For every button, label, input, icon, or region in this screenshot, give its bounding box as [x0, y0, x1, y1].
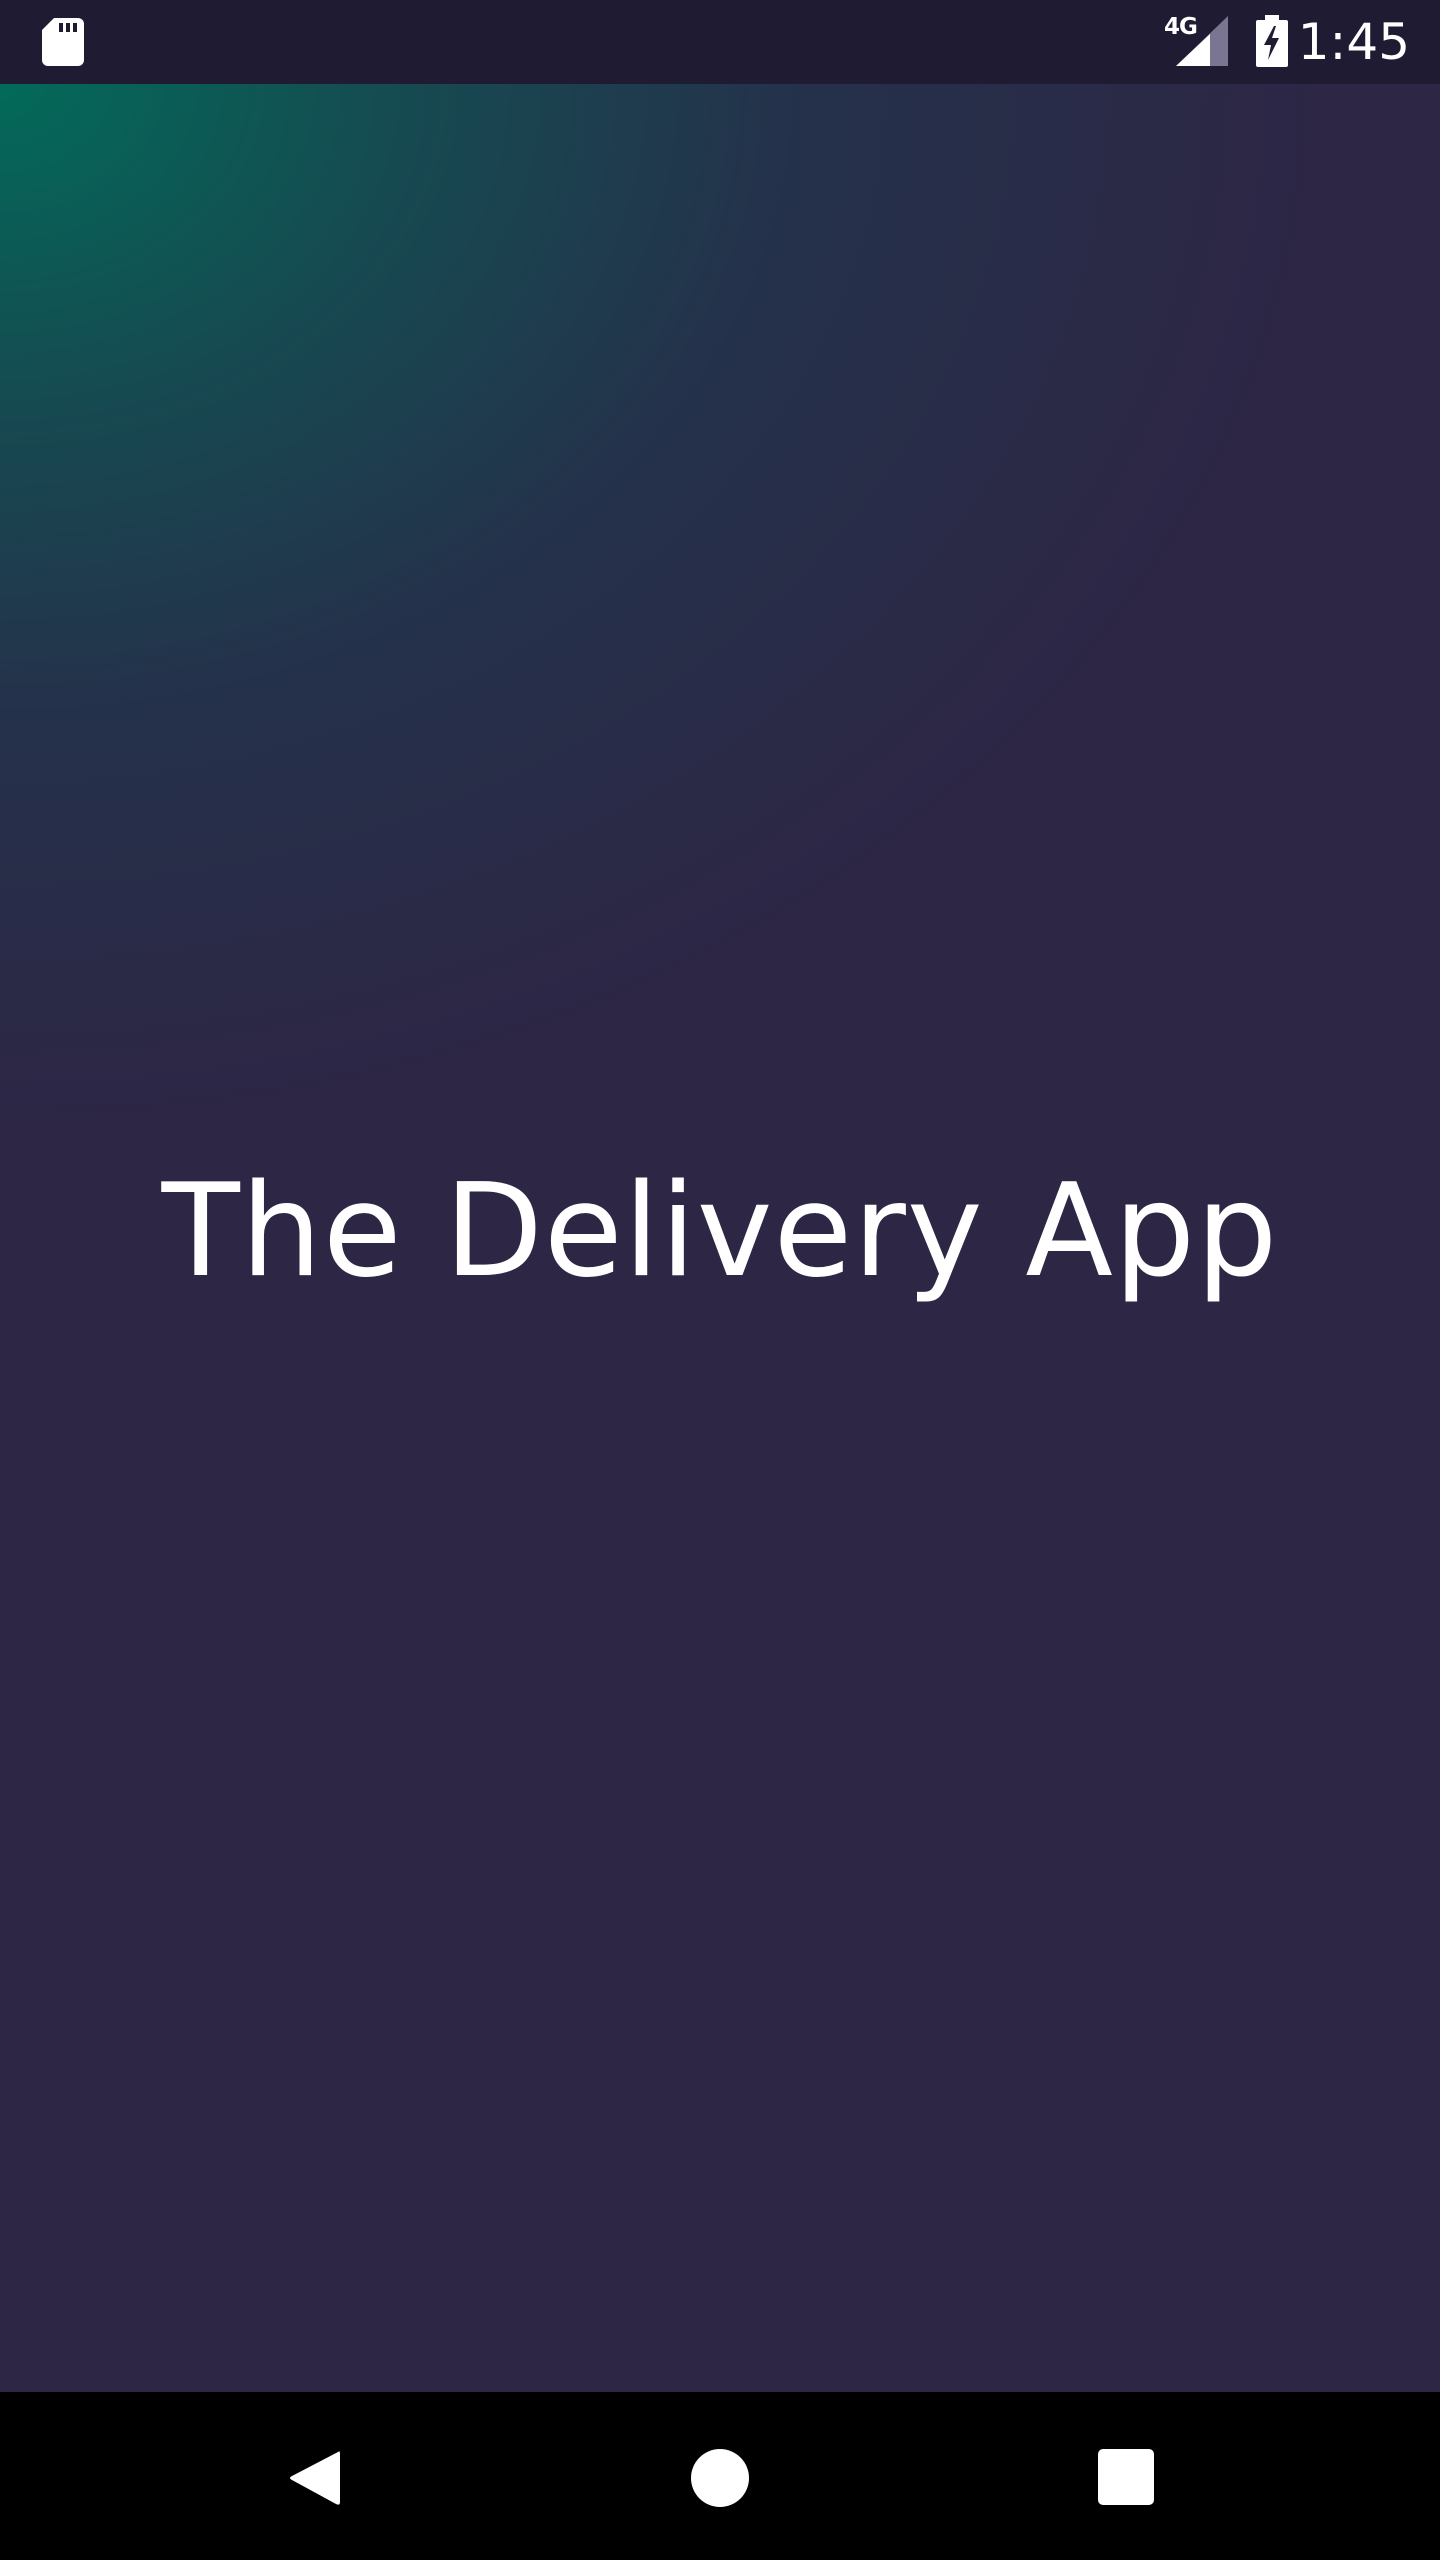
home-icon[interactable] — [690, 2448, 750, 2508]
battery-charging-icon — [1256, 15, 1288, 67]
screen: 4G 1:45 The Delivery App — [0, 0, 1440, 2560]
splash-screen: The Delivery App — [0, 84, 1440, 2392]
status-bar: 4G 1:45 — [0, 0, 1440, 84]
sd-card-icon — [42, 18, 84, 66]
back-icon[interactable] — [288, 2448, 340, 2508]
clock: 1:45 — [1297, 13, 1410, 71]
app-title: The Delivery App — [161, 1157, 1279, 1306]
recents-icon[interactable] — [1098, 2449, 1154, 2505]
navigation-bar — [0, 2392, 1440, 2560]
signal-icon — [1176, 16, 1228, 66]
